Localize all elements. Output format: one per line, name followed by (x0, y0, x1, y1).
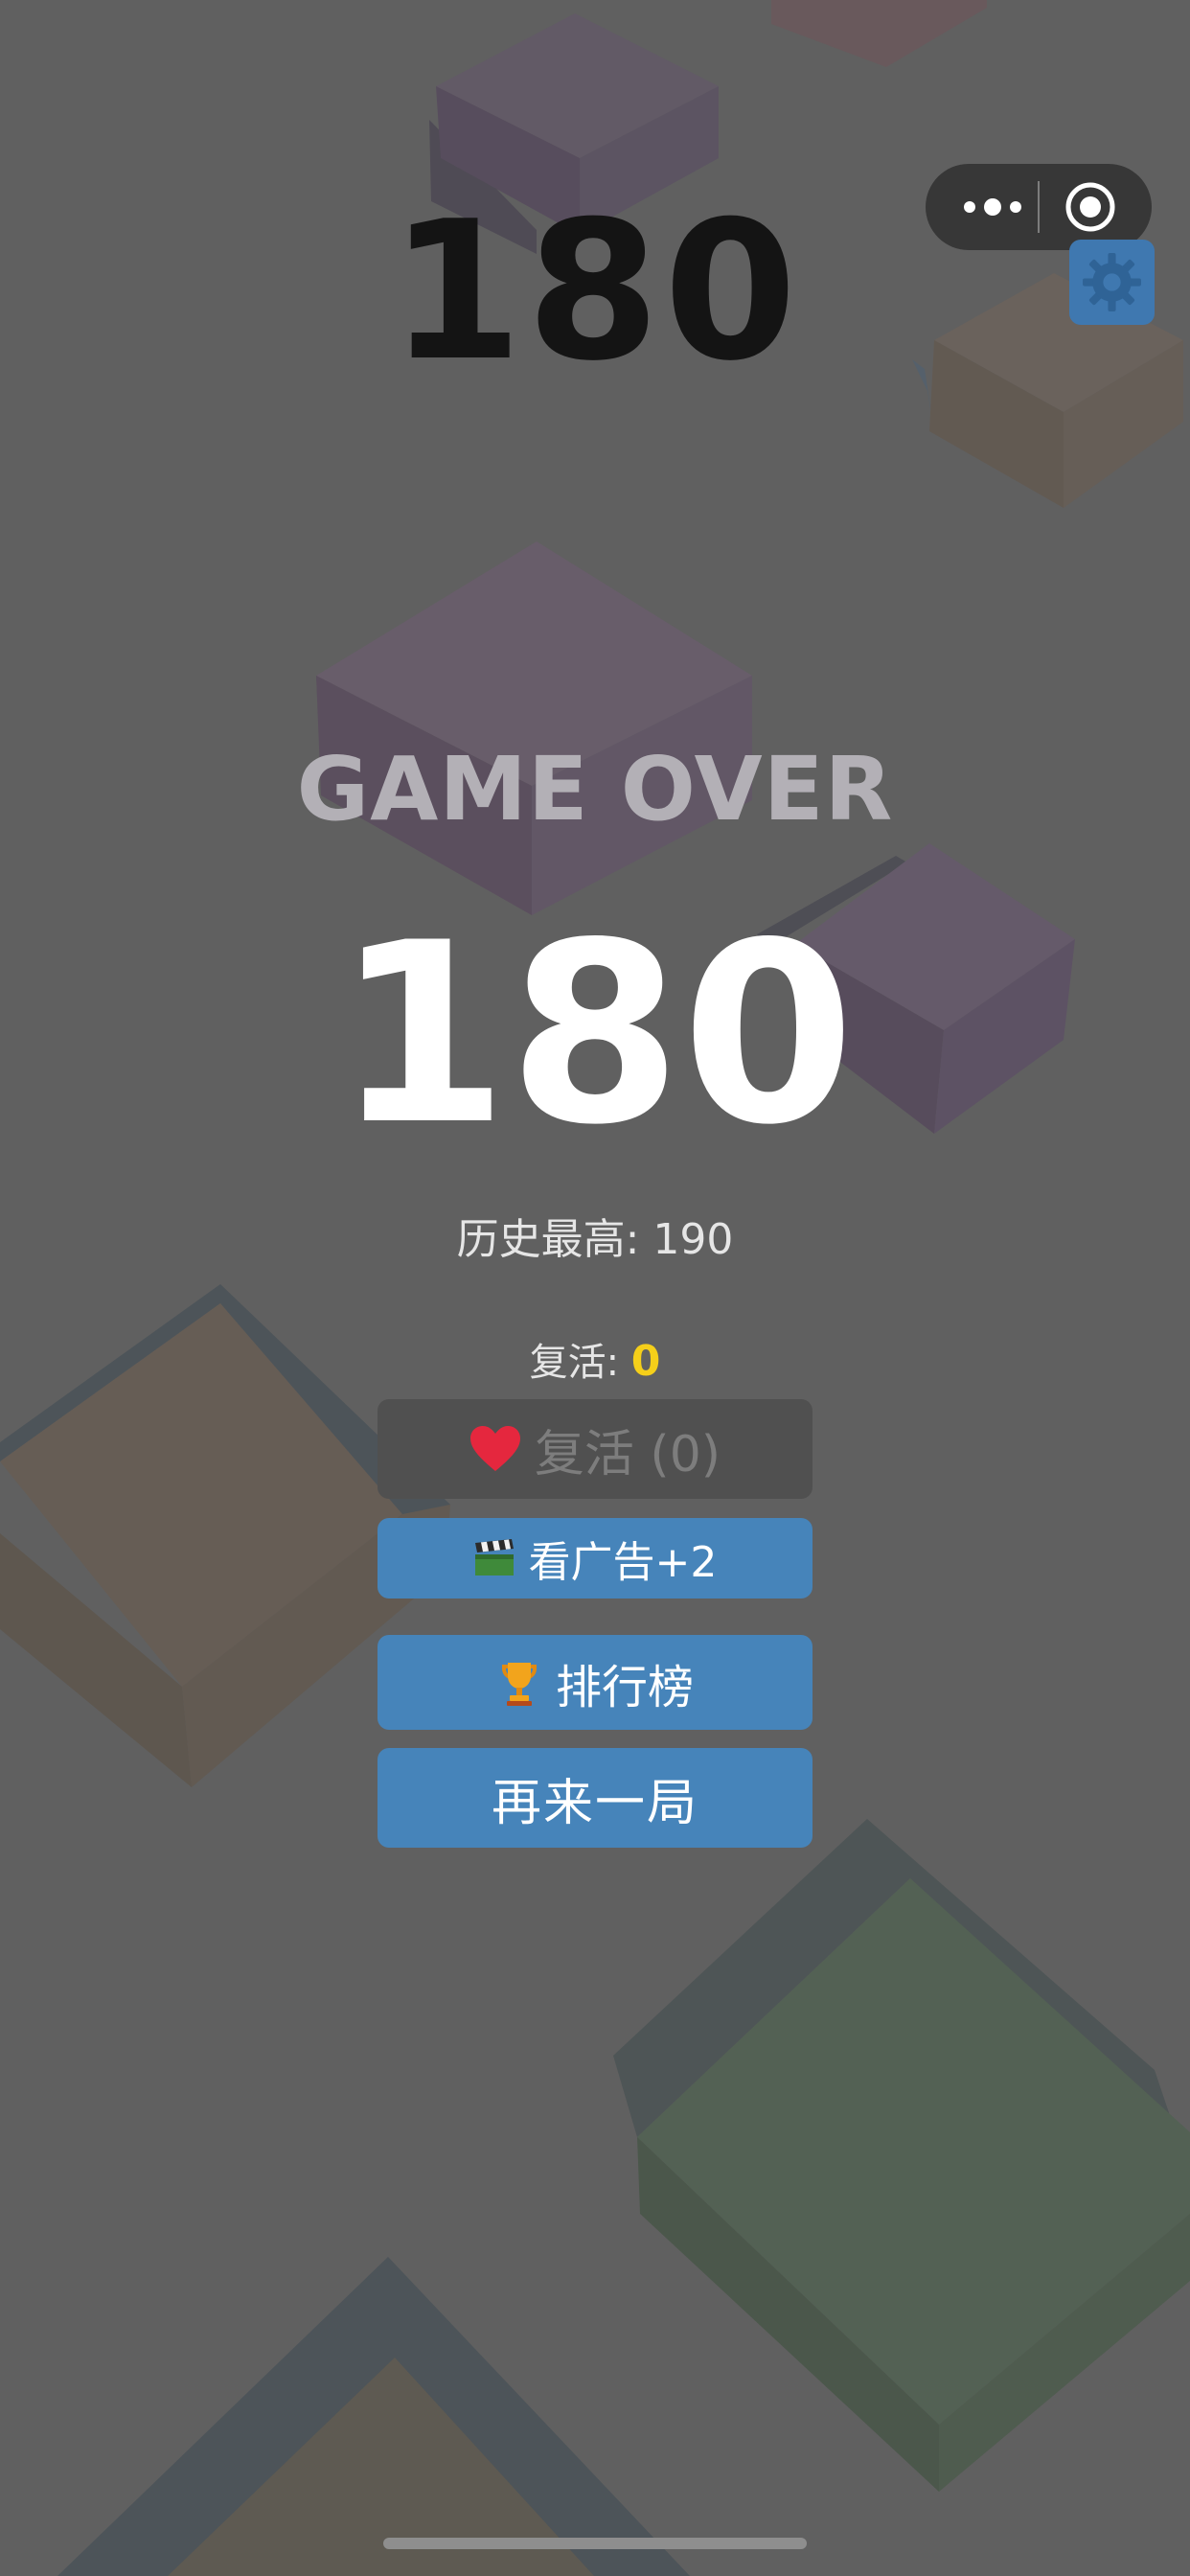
revive-count-row: 复活: 0 (0, 1331, 1190, 1387)
leaderboard-label: 排行榜 (555, 1660, 694, 1714)
final-score: 180 (334, 890, 856, 1180)
leaderboard-button[interactable]: 排行榜 (378, 1635, 812, 1730)
target-circle-icon[interactable] (1064, 180, 1117, 234)
watch-ad-button[interactable]: 看广告+2 (378, 1518, 812, 1598)
background-cube (57, 2257, 690, 2576)
clapperboard-icon (474, 1539, 514, 1576)
revive-button-label: 复活 (0) (534, 1425, 721, 1484)
revive-button[interactable]: 复活 (0) (378, 1399, 812, 1499)
heart-icon (469, 1426, 520, 1471)
revive-count-value: 0 (630, 1337, 661, 1386)
home-indicator[interactable] (383, 2538, 807, 2549)
gear-icon (1083, 253, 1141, 311)
mini-program-capsule (926, 164, 1152, 250)
watch-ad-label: 看广告+2 (528, 1538, 718, 1587)
trophy-icon (501, 1662, 537, 1706)
play-again-button[interactable]: 再来一局 (378, 1748, 812, 1848)
revive-count-label: 复活: (529, 1341, 620, 1385)
more-dots-icon[interactable] (956, 184, 1029, 230)
settings-button[interactable] (1069, 240, 1155, 325)
background-cube (316, 541, 752, 915)
game-over-title: GAME OVER (296, 738, 894, 840)
background-cube (771, 0, 987, 67)
background-cube (613, 1819, 1190, 2492)
play-again-label: 再来一局 (491, 1774, 698, 1832)
capsule-divider (1038, 181, 1040, 233)
best-score: 历史最高: 190 (456, 1215, 734, 1264)
